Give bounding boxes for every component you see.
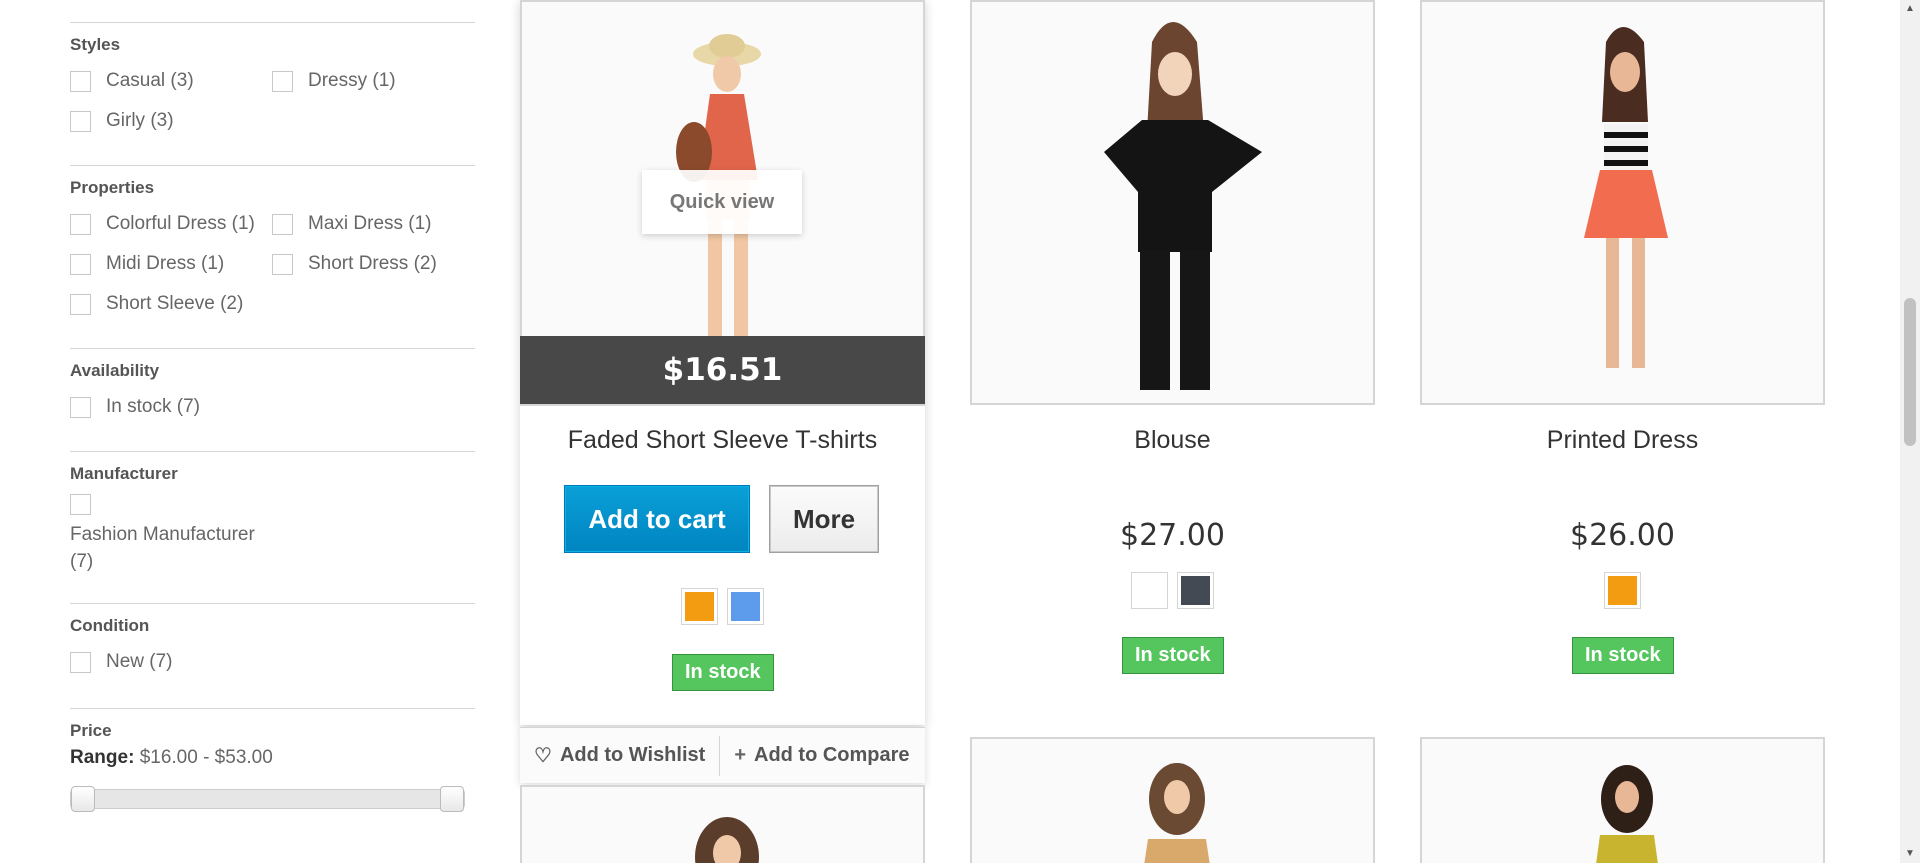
filter-option-fashion-manufacturer[interactable]: Fashion Manufacturer (7) [70,490,475,575]
product-actions-bar: ♡ Add to Wishlist + Add to Compare [520,727,925,783]
color-swatches [520,588,925,625]
checkbox[interactable] [70,110,91,132]
filter-title-properties: Properties [70,178,155,197]
stock-badge: In stock [1122,637,1224,674]
filter-condition: Condition New (7) [70,603,475,682]
product-image[interactable] [1420,0,1825,405]
filter-option-dressy[interactable]: Dressy (1) [272,61,474,101]
filter-option-midi-dress[interactable]: Midi Dress (1) [70,244,272,284]
filter-title-styles: Styles [70,35,121,54]
swatch-fill [1181,576,1210,605]
filter-title-manufacturer: Manufacturer [70,464,178,483]
scroll-down-arrow-icon[interactable]: ▼ [1900,845,1920,863]
product-name[interactable]: Printed Dress [1420,426,1825,455]
filter-option-short-dress[interactable]: Short Dress (2) [272,244,474,284]
swatch-fill [1608,576,1637,605]
product-price: $26.00 [1570,518,1675,553]
page-scrollbar[interactable]: ▲ ▼ [1900,0,1920,863]
filter-title-availability: Availability [70,361,160,380]
product-photo-woman-blouse [972,2,1373,403]
filter-option-in-stock[interactable]: In stock (7) [70,387,272,427]
checkbox[interactable] [70,70,91,92]
product-name[interactable]: Blouse [970,426,1375,455]
color-swatches [1420,572,1825,609]
more-button[interactable]: More [769,485,879,553]
checkbox[interactable] [272,213,293,235]
product-photo-woman [522,787,923,863]
scrollbar-thumb[interactable] [1904,298,1916,446]
layered-navigation: Styles Casual (3) Dressy (1) Girly (3) P… [70,0,475,812]
checkbox[interactable] [70,494,91,515]
scroll-up-arrow-icon[interactable]: ▲ [1900,0,1920,18]
product-price-bar: $16.51 [520,336,925,404]
checkbox[interactable] [272,70,293,92]
color-swatch-white[interactable] [1131,572,1168,609]
product-photo-woman-dress [1422,2,1823,403]
checkbox[interactable] [70,651,91,673]
filter-option-colorful-dress[interactable]: Colorful Dress (1) [70,204,272,244]
filter-manufacturer: Manufacturer Fashion Manufacturer (7) [70,451,475,575]
filter-styles: Styles Casual (3) Dressy (1) Girly (3) [70,22,475,141]
filter-option-casual[interactable]: Casual (3) [70,61,272,101]
color-swatch-orange[interactable] [1604,572,1641,609]
stock-badge: In stock [1572,637,1674,674]
checkbox[interactable] [70,293,91,315]
checkbox[interactable] [70,253,91,275]
filter-availability: Availability In stock (7) [70,348,475,427]
color-swatch-orange[interactable] [681,588,718,625]
product-image-row2-col3[interactable] [1420,737,1825,863]
swatch-fill [685,592,714,621]
price-slider-min-handle[interactable] [71,786,95,812]
filter-title-price: Price [70,721,112,740]
product-photo-woman-floral [972,739,1373,863]
filter-price: Price Range: $16.00 - $53.00 [70,708,475,812]
product-price: $27.00 [1120,518,1225,553]
add-to-cart-button[interactable]: Add to cart [564,485,750,553]
swatch-fill [1135,576,1164,605]
product-card-blouse[interactable]: Blouse $27.00 In stock [970,0,1375,700]
plus-icon: + [734,744,746,766]
product-photo-woman-yellow [1422,739,1823,863]
filter-option-girly[interactable]: Girly (3) [70,101,272,141]
stock-badge: In stock [672,654,774,691]
checkbox[interactable] [70,396,91,418]
quick-view-button[interactable]: Quick view [642,170,802,234]
price-slider[interactable] [70,786,465,812]
product-image-row2-col2[interactable] [970,737,1375,863]
product-card-printed-dress[interactable]: Printed Dress $26.00 In stock [1420,0,1825,700]
filter-properties: Properties Colorful Dress (1) Maxi Dress… [70,165,475,324]
color-swatch-black[interactable] [1177,572,1214,609]
product-image[interactable] [970,0,1375,405]
product-image-row2-col1[interactable] [520,785,925,863]
product-name[interactable]: Faded Short Sleeve T-shirts [520,426,925,455]
filter-title-condition: Condition [70,616,150,635]
product-card-faded-short-sleeve-tshirts[interactable]: Quick view $16.51 Faded Short Sleeve T-s… [520,0,925,783]
add-to-compare-link[interactable]: + Add to Compare [719,735,923,776]
price-slider-max-handle[interactable] [440,786,464,812]
heart-icon: ♡ [534,745,552,767]
add-to-wishlist-link[interactable]: ♡ Add to Wishlist [520,736,719,776]
filter-option-maxi-dress[interactable]: Maxi Dress (1) [272,204,474,244]
checkbox[interactable] [70,213,91,235]
price-range-text: Range: $16.00 - $53.00 [70,747,273,768]
filter-option-short-sleeve[interactable]: Short Sleeve (2) [70,284,272,324]
color-swatch-blue[interactable] [727,588,764,625]
filter-option-new[interactable]: New (7) [70,642,272,682]
color-swatches [970,572,1375,609]
swatch-fill [731,592,760,621]
checkbox[interactable] [272,253,293,275]
